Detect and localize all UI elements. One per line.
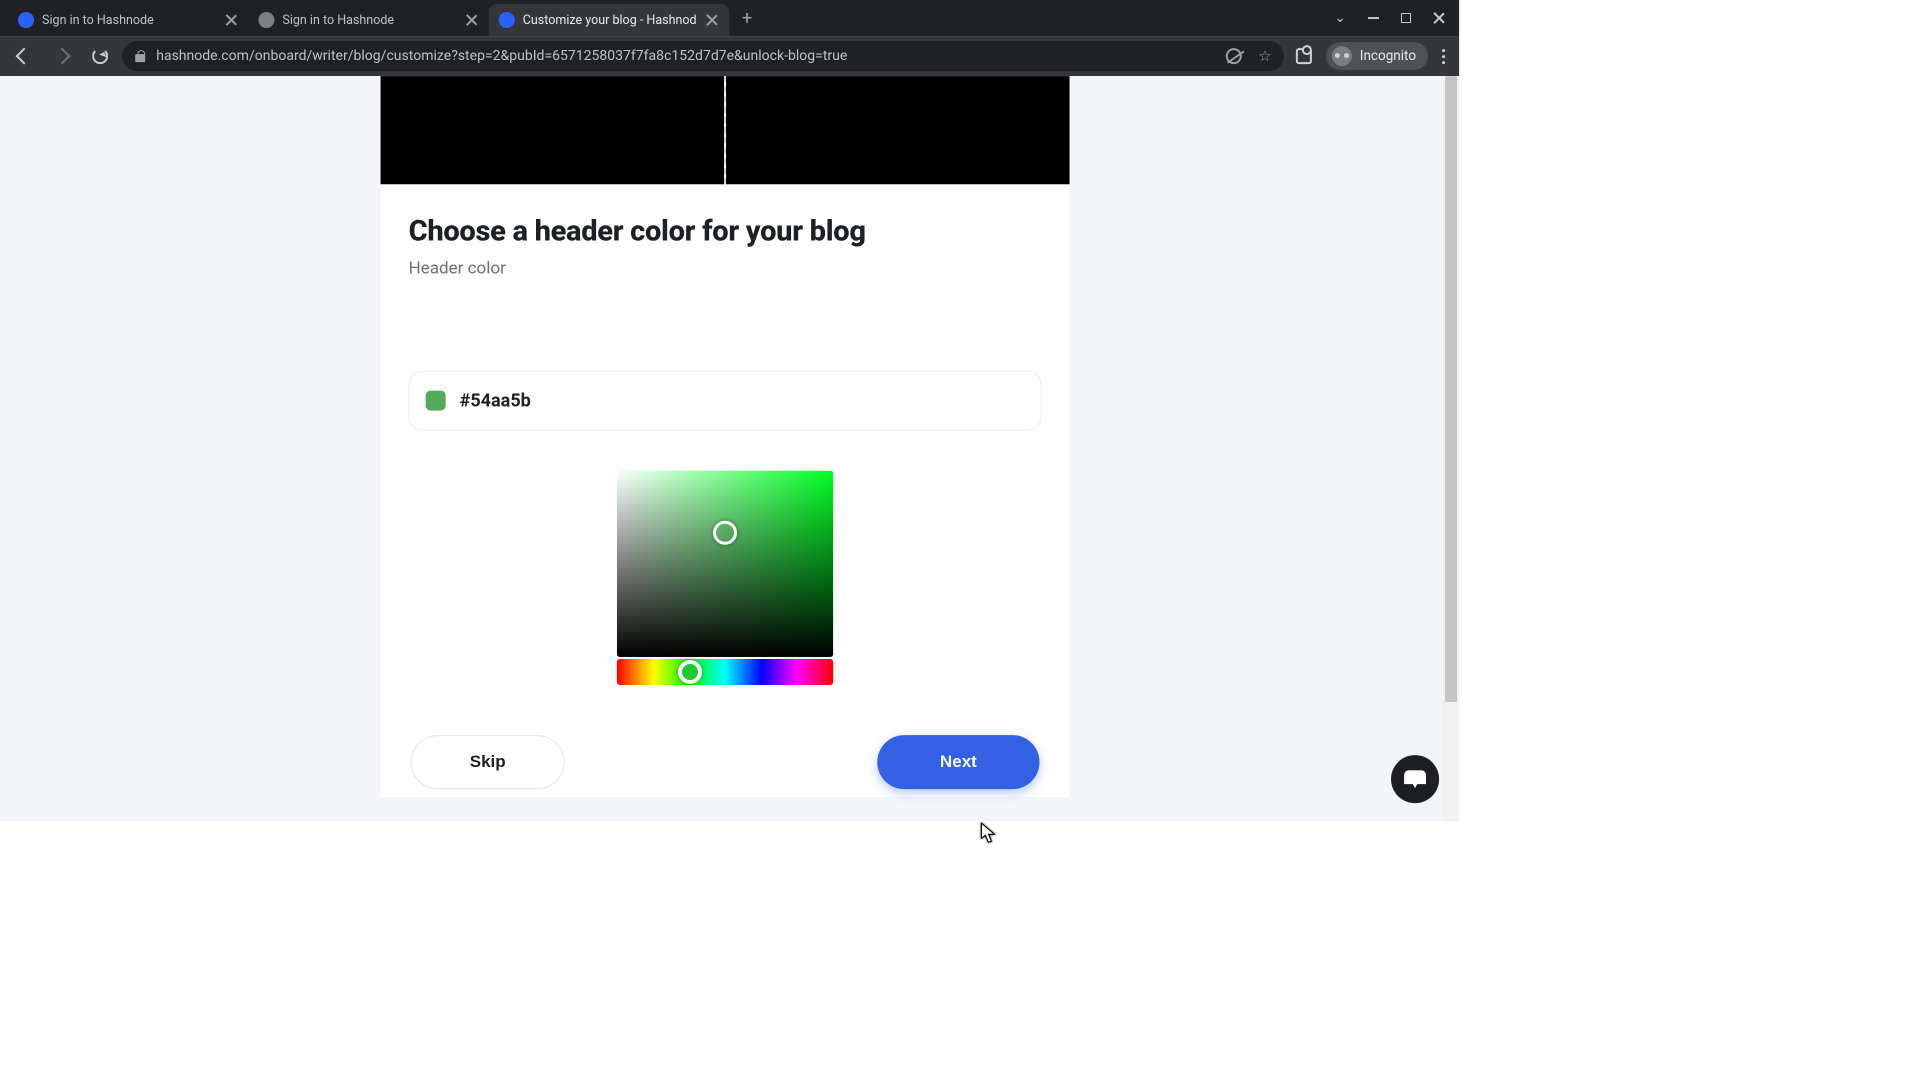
new-tab-button[interactable]: +	[733, 4, 761, 32]
arrow-right-icon	[54, 48, 71, 65]
reload-button[interactable]	[84, 40, 116, 72]
scrollbar-track[interactable]	[1443, 76, 1459, 821]
next-button[interactable]: Next	[877, 735, 1039, 789]
page-title: Choose a header color for your blog	[409, 214, 1042, 248]
browser-toolbar: hashnode.com/onboard/writer/blog/customi…	[0, 36, 1459, 76]
back-button[interactable]	[8, 40, 40, 72]
color-hex-value: #54aa5b	[460, 390, 531, 411]
onboarding-card: Choose a header color for your blog Head…	[381, 76, 1070, 797]
lock-icon	[134, 50, 146, 62]
forward-button[interactable]	[46, 40, 78, 72]
header-preview-right	[726, 76, 1069, 184]
color-hex-input[interactable]: #54aa5b	[409, 371, 1042, 431]
url-text: hashnode.com/onboard/writer/blog/customi…	[156, 48, 847, 64]
saturation-value-panel[interactable]	[617, 471, 833, 657]
close-icon[interactable]	[705, 13, 719, 27]
address-bar[interactable]: hashnode.com/onboard/writer/blog/customi…	[122, 41, 1283, 71]
hashnode-icon	[499, 12, 515, 28]
tab-title: Sign in to Hashnode	[282, 13, 456, 28]
reload-icon	[92, 48, 108, 64]
browser-tabstrip: Sign in to Hashnode Sign in to Hashnode …	[0, 0, 1459, 36]
incognito-badge[interactable]: Incognito	[1326, 42, 1428, 70]
browser-tab[interactable]: Sign in to Hashnode	[8, 4, 248, 36]
chat-fab[interactable]	[1391, 755, 1439, 803]
chevron-down-icon[interactable]: ⌄	[1334, 10, 1346, 26]
tracking-off-icon[interactable]	[1226, 48, 1242, 64]
minimize-icon[interactable]	[1368, 17, 1379, 19]
maximize-icon[interactable]	[1401, 13, 1411, 23]
scrollbar-thumb[interactable]	[1445, 76, 1457, 702]
hashnode-icon	[18, 12, 34, 28]
incognito-icon	[1332, 46, 1352, 66]
browser-tab[interactable]: Sign in to Hashnode	[248, 4, 488, 36]
bookmark-icon[interactable]: ☆	[1258, 47, 1271, 65]
hue-thumb[interactable]	[678, 660, 702, 684]
incognito-label: Incognito	[1360, 48, 1416, 64]
window-controls: ⌄	[1320, 0, 1459, 36]
page-subtitle: Header color	[409, 258, 1042, 278]
sv-thumb[interactable]	[713, 521, 737, 545]
close-window-icon[interactable]	[1433, 12, 1445, 24]
skip-button[interactable]: Skip	[411, 735, 565, 789]
close-icon[interactable]	[465, 13, 479, 27]
page-viewport: Choose a header color for your blog Head…	[0, 76, 1459, 821]
extensions-icon[interactable]	[1296, 48, 1312, 64]
header-preview	[381, 76, 1070, 184]
header-preview-left	[381, 76, 724, 184]
arrow-left-icon	[16, 48, 33, 65]
browser-tab-active[interactable]: Customize your blog - Hashnod	[489, 4, 729, 36]
hue-slider[interactable]	[617, 659, 833, 685]
globe-icon	[258, 12, 274, 28]
close-icon[interactable]	[224, 13, 238, 27]
tab-title: Customize your blog - Hashnod	[523, 13, 697, 28]
browser-menu-icon[interactable]	[1442, 49, 1445, 64]
color-swatch	[426, 391, 446, 411]
tab-title: Sign in to Hashnode	[42, 13, 216, 28]
cursor-icon	[980, 822, 996, 844]
